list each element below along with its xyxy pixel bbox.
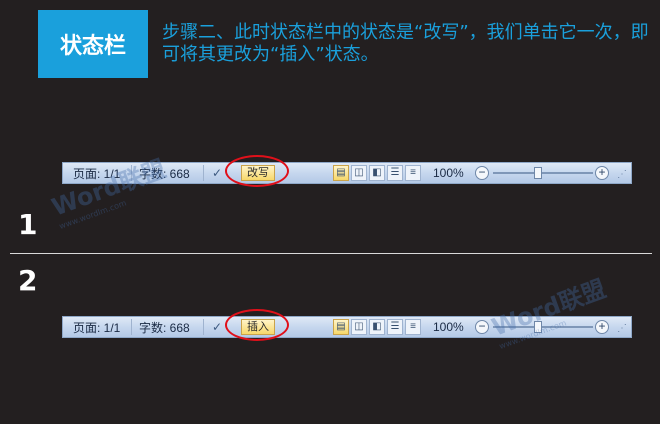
proofing-check-icon[interactable]: ✓	[209, 319, 225, 335]
step-number-2: 2	[18, 264, 38, 297]
highlight-ring	[225, 155, 289, 187]
zoom-out-icon[interactable]: −	[475, 320, 489, 334]
web-layout-icon[interactable]: ◧	[369, 165, 385, 181]
step-number-1: 1	[18, 208, 38, 241]
view-buttons: ▤ ◫ ◧ ☰ ≡	[333, 165, 421, 181]
divider	[10, 253, 652, 254]
zoom-slider-thumb[interactable]	[534, 167, 542, 179]
resize-grip-icon[interactable]: ⋰	[617, 324, 627, 334]
print-layout-icon[interactable]: ▤	[333, 165, 349, 181]
separator	[203, 165, 204, 181]
zoom-level[interactable]: 100%	[433, 317, 464, 337]
full-screen-reading-icon[interactable]: ◫	[351, 165, 367, 181]
zoom-out-icon[interactable]: −	[475, 166, 489, 180]
draft-icon[interactable]: ≡	[405, 165, 421, 181]
page-count[interactable]: 页面: 1/1	[73, 317, 120, 337]
section-title: 状态栏	[38, 10, 148, 78]
view-buttons: ▤ ◫ ◧ ☰ ≡	[333, 319, 421, 335]
zoom-slider[interactable]	[493, 167, 593, 179]
zoom-level[interactable]: 100%	[433, 163, 464, 183]
watermark-logo: Word联盟 www.wordlm.com	[488, 274, 610, 352]
zoom-in-icon[interactable]: +	[595, 166, 609, 180]
separator	[131, 319, 132, 335]
full-screen-reading-icon[interactable]: ◫	[351, 319, 367, 335]
instruction-text: 步骤二、此时状态栏中的状态是“改写”，我们单击它一次，即可将其更改为“插入”状态…	[162, 22, 649, 65]
resize-grip-icon[interactable]: ⋰	[617, 170, 627, 180]
print-layout-icon[interactable]: ▤	[333, 319, 349, 335]
outline-icon[interactable]: ☰	[387, 165, 403, 181]
highlight-ring	[225, 309, 289, 341]
proofing-check-icon[interactable]: ✓	[209, 165, 225, 181]
separator	[203, 319, 204, 335]
zoom-in-icon[interactable]: +	[595, 320, 609, 334]
outline-icon[interactable]: ☰	[387, 319, 403, 335]
word-count[interactable]: 字数: 668	[139, 317, 190, 337]
web-layout-icon[interactable]: ◧	[369, 319, 385, 335]
draft-icon[interactable]: ≡	[405, 319, 421, 335]
